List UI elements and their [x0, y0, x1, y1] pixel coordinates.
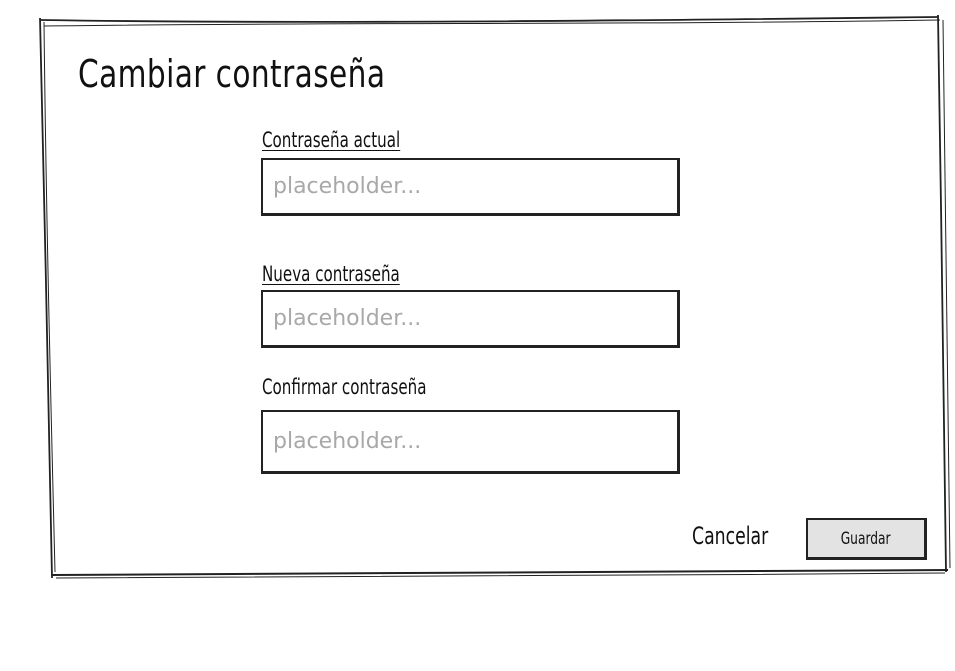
cancel-button[interactable]: Cancelar: [692, 522, 768, 550]
confirm-password-input[interactable]: [261, 410, 680, 474]
dialog-title: Cambiar contraseña: [78, 52, 386, 96]
save-button-label: Guardar: [841, 528, 891, 549]
new-password-input[interactable]: [261, 290, 680, 348]
current-password-input[interactable]: [261, 158, 680, 216]
save-button[interactable]: Guardar: [806, 518, 927, 560]
confirm-password-label: Confirmar contraseña: [262, 375, 427, 399]
new-password-label: Nueva contraseña: [262, 262, 400, 286]
change-password-dialog: Cambiar contraseña Contraseña actual Nue…: [0, 0, 955, 671]
current-password-label: Contraseña actual: [262, 128, 401, 152]
